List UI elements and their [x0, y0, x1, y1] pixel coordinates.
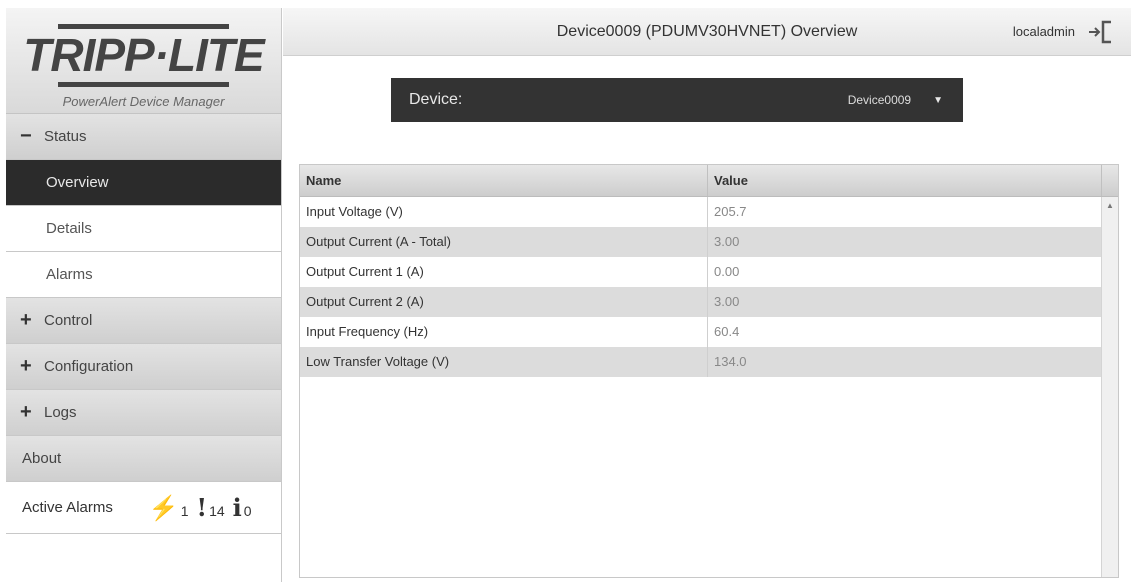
cell-value: 134.0: [714, 354, 747, 369]
lightning-icon: ⚡: [148, 493, 179, 522]
table-row[interactable]: Low Transfer Voltage (V) 134.0: [300, 347, 1102, 377]
table-row[interactable]: Output Current 2 (A) 3.00: [300, 287, 1102, 317]
column-header-value[interactable]: Value: [708, 165, 1102, 196]
table-row[interactable]: Input Frequency (Hz) 60.4: [300, 317, 1102, 347]
device-selector[interactable]: Device: Device0009 ▼: [391, 78, 963, 122]
cell-value: 60.4: [714, 324, 740, 339]
cell-value: 205.7: [714, 204, 747, 219]
exclamation-icon: !: [196, 493, 208, 522]
cell-name: Input Frequency (Hz): [300, 317, 708, 347]
table-body: Input Voltage (V) 205.7 Output Current (…: [300, 197, 1102, 377]
nav-group-logs[interactable]: + Logs: [6, 390, 281, 436]
table-row[interactable]: Input Voltage (V) 205.7: [300, 197, 1102, 227]
device-label: Device:: [409, 91, 463, 108]
device-value: Device0009: [847, 93, 912, 107]
caret-down-icon: ▼: [933, 94, 943, 106]
cell-name: Output Current (A - Total): [300, 227, 708, 257]
alarm-count: 14: [209, 503, 225, 519]
info-alarm-count[interactable]: i 0: [233, 493, 252, 522]
table-row[interactable]: Output Current 1 (A) 0.00: [300, 257, 1102, 287]
info-icon: i: [232, 493, 242, 522]
cell-value: 3.00: [714, 234, 740, 249]
brand-name: TRIPP·LITE: [23, 29, 264, 81]
collapse-icon: −: [20, 125, 32, 147]
warning-alarm-count[interactable]: ! 14: [197, 493, 225, 522]
sidebar-item-about[interactable]: About: [6, 436, 281, 482]
cell-name: Output Current 2 (A): [300, 287, 708, 317]
scroll-up-icon[interactable]: ▲: [1102, 201, 1118, 210]
overview-table: Name Value Input Voltage (V) 205.7 Outpu…: [299, 164, 1119, 578]
table-row[interactable]: Output Current (A - Total) 3.00: [300, 227, 1102, 257]
logo-bar-bottom: [58, 82, 229, 87]
sidebar: TRIPP·LITE PowerAlert Device Manager − S…: [6, 8, 282, 582]
cell-value: 3.00: [714, 294, 740, 309]
nav-group-label: Logs: [44, 404, 77, 421]
logout-icon[interactable]: [1087, 20, 1115, 44]
sidebar-item-details[interactable]: Details: [6, 206, 281, 252]
nav-group-configuration[interactable]: + Configuration: [6, 344, 281, 390]
brand-tagline: PowerAlert Device Manager: [62, 94, 225, 109]
cell-value: 0.00: [714, 264, 740, 279]
cell-name: Output Current 1 (A): [300, 257, 708, 287]
logo: TRIPP·LITE PowerAlert Device Manager: [6, 8, 281, 114]
active-alarms-panel: Active Alarms ⚡ 1 ! 14 i 0: [6, 482, 281, 534]
sidebar-item-alarms[interactable]: Alarms: [6, 252, 281, 298]
cell-name: Input Voltage (V): [300, 197, 708, 227]
nav-group-status[interactable]: − Status: [6, 114, 281, 160]
page-title: Device0009 (PDUMV30HVNET) Overview: [556, 23, 858, 40]
nav-group-label: Status: [44, 128, 87, 145]
critical-alarm-count[interactable]: ⚡ 1: [149, 493, 189, 522]
nav-group-label: Control: [44, 312, 93, 329]
nav-group-label: Configuration: [44, 358, 134, 375]
cell-name: Low Transfer Voltage (V): [300, 347, 708, 377]
nav-group-control[interactable]: + Control: [6, 298, 281, 344]
username: localadmin: [1012, 24, 1075, 39]
expand-icon: +: [20, 309, 32, 331]
alarm-count: 0: [243, 503, 252, 519]
alarm-count: 1: [180, 503, 189, 519]
table-header: Name Value: [300, 165, 1118, 197]
table-scrollbar[interactable]: ▲: [1101, 197, 1118, 577]
active-alarms-label: Active Alarms: [22, 499, 113, 516]
sidebar-item-overview[interactable]: Overview: [6, 160, 281, 206]
expand-icon: +: [20, 401, 32, 423]
header-bar: Device0009 (PDUMV30HVNET) Overview local…: [283, 8, 1131, 56]
expand-icon: +: [20, 355, 32, 377]
column-header-name[interactable]: Name: [300, 165, 708, 196]
